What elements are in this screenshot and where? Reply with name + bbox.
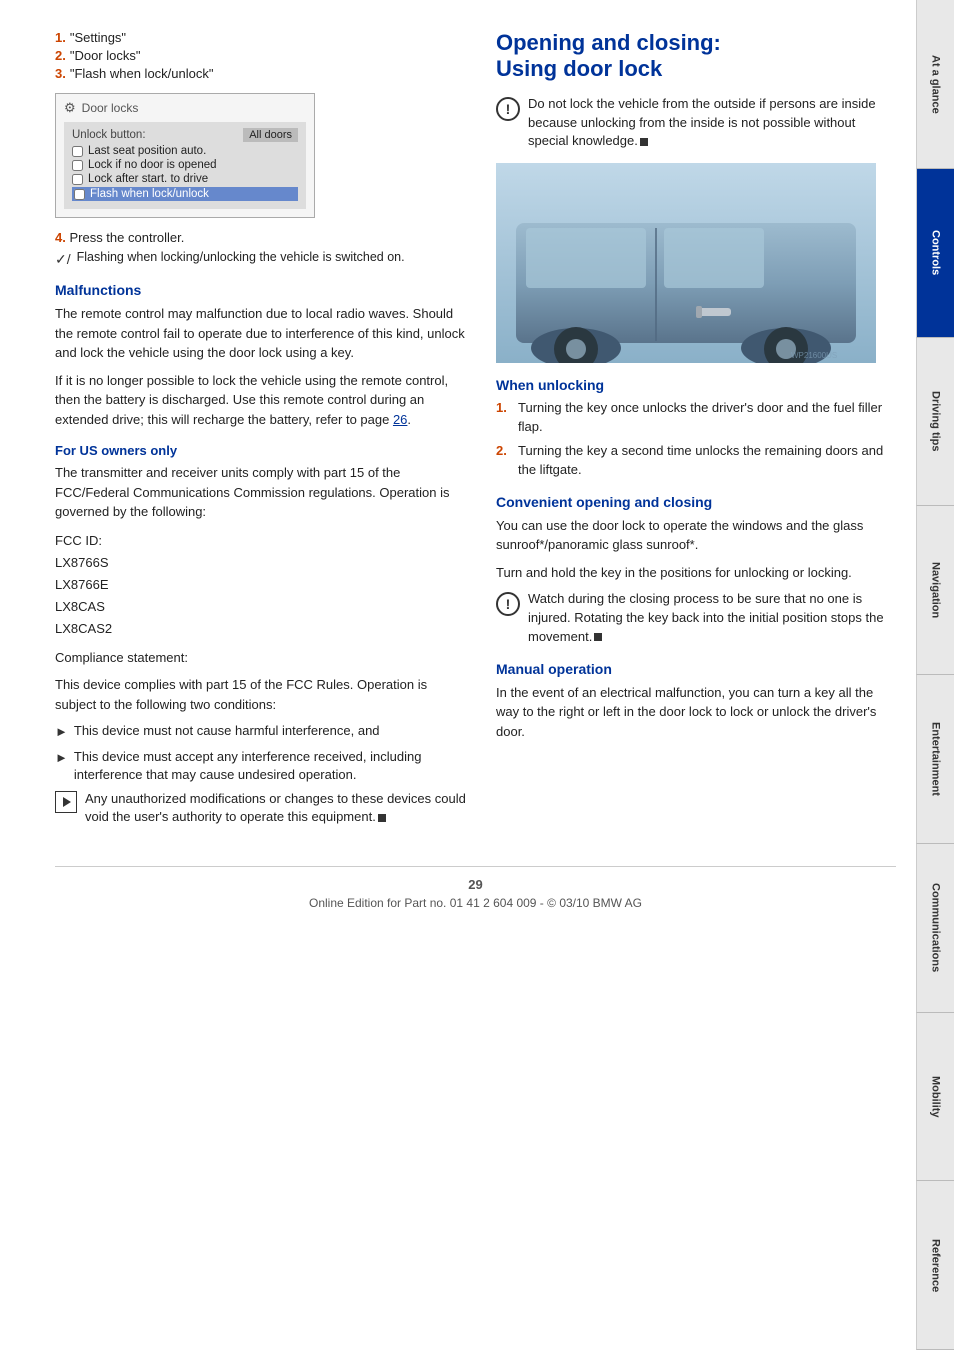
opening-closing-heading: Opening and closing: Using door lock (496, 30, 896, 83)
when-unlocking-list: 1. Turning the key once unlocks the driv… (496, 399, 896, 479)
checkbox-lock-after-start: Lock after start. to drive (72, 173, 298, 185)
fcc-ids-block: FCC ID: LX8766S LX8766E LX8CAS LX8CAS2 (55, 530, 466, 640)
tab-driving-tips[interactable]: Driving tips (916, 338, 954, 507)
us-owners-para1: The transmitter and receiver units compl… (55, 463, 466, 522)
tab-entertainment[interactable]: Entertainment (916, 675, 954, 844)
tab-communications[interactable]: Communications (916, 844, 954, 1013)
unlock-step-2: 2. Turning the key a second time unlocks… (496, 442, 896, 480)
malfunctions-para2: If it is no longer possible to lock the … (55, 371, 466, 430)
hollow-triangle-icon (55, 791, 77, 813)
car-image: WP21600US (496, 163, 876, 363)
tab-at-a-glance[interactable]: At a glance (916, 0, 954, 169)
svg-text:WP21600US: WP21600US (791, 351, 837, 360)
convenient-para1: You can use the door lock to operate the… (496, 516, 896, 555)
end-mark (378, 814, 386, 822)
step-3: 3."Flash when lock/unlock" (55, 66, 466, 81)
convenient-para2: Turn and hold the key in the positions f… (496, 563, 896, 583)
checkbox-flash-lock: Flash when lock/unlock (72, 187, 298, 201)
when-unlocking-heading: When unlocking (496, 377, 896, 393)
tab-mobility[interactable]: Mobility (916, 1013, 954, 1182)
arrow-icon-2: ► (55, 749, 68, 767)
step-2: 2."Door locks" (55, 48, 466, 63)
unlock-step-1: 1. Turning the key once unlocks the driv… (496, 399, 896, 437)
end-mark-3 (594, 633, 602, 641)
unlock-button-row: Unlock button: All doors (72, 128, 298, 142)
door-locks-content: Unlock button: All doors Last seat posit… (64, 122, 306, 209)
tab-controls[interactable]: Controls (916, 169, 954, 338)
fcc-bullet-1: ► This device must not cause harmful int… (55, 722, 466, 741)
side-tabs: At a glance Controls Driving tips Naviga… (916, 0, 954, 1350)
page-footer: 29 Online Edition for Part no. 01 41 2 6… (55, 866, 896, 910)
compliance-label: Compliance statement: (55, 648, 466, 668)
step-4: 4. Press the controller. (55, 230, 466, 245)
warning-box-2: ! Watch during the closing process to be… (496, 590, 896, 647)
tab-navigation[interactable]: Navigation (916, 506, 954, 675)
check-note: ✓/ Flashing when locking/unlocking the v… (55, 250, 466, 268)
step-1: 1."Settings" (55, 30, 466, 45)
checkbox-last-seat: Last seat position auto. (72, 145, 298, 157)
gear-icon: ⚙ (64, 100, 76, 116)
malfunctions-heading: Malfunctions (55, 282, 466, 298)
steps-list: 1."Settings" 2."Door locks" 3."Flash whe… (55, 30, 466, 81)
warning-icon-2: ! (496, 592, 520, 616)
footer-text: Online Edition for Part no. 01 41 2 604 … (309, 896, 642, 910)
fcc-note: Any unauthorized modifications or change… (55, 790, 466, 826)
warning-icon-1: ! (496, 97, 520, 121)
malfunctions-para1: The remote control may malfunction due t… (55, 304, 466, 363)
door-locks-title: ⚙ Door locks (64, 100, 306, 116)
door-locks-box: ⚙ Door locks Unlock button: All doors La… (55, 93, 315, 218)
end-mark-2 (640, 138, 648, 146)
warning-box-1: ! Do not lock the vehicle from the outsi… (496, 95, 896, 152)
arrow-icon-1: ► (55, 723, 68, 741)
us-owners-heading: For US owners only (55, 443, 466, 458)
convenient-opening-heading: Convenient opening and closing (496, 494, 896, 510)
checkbox-lock-no-door: Lock if no door is opened (72, 159, 298, 171)
page-number: 29 (55, 877, 896, 892)
manual-operation-heading: Manual operation (496, 661, 896, 677)
check-icon: ✓/ (55, 251, 71, 268)
manual-operation-para: In the event of an electrical malfunctio… (496, 683, 896, 742)
fcc-bullet-2: ► This device must accept any interferen… (55, 748, 466, 784)
compliance-para: This device complies with part 15 of the… (55, 675, 466, 714)
tab-reference[interactable]: Reference (916, 1181, 954, 1350)
